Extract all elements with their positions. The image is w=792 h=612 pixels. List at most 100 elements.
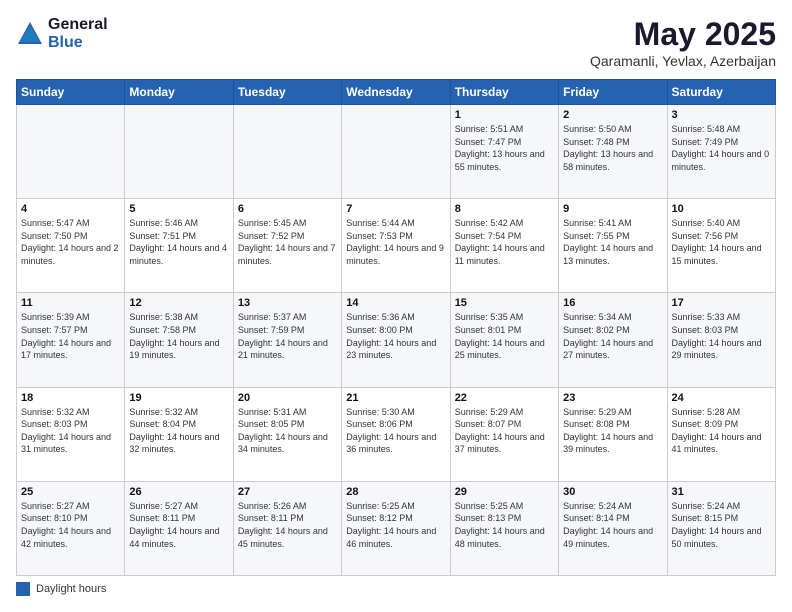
sunset-4: Sunset: 7:50 PM xyxy=(21,230,120,243)
logo-blue-label: Blue xyxy=(48,34,108,52)
day-info-31: Sunrise: 5:24 AMSunset: 8:15 PMDaylight:… xyxy=(672,500,771,550)
weekday-header-friday: Friday xyxy=(559,80,667,105)
sunrise-18: Sunrise: 5:32 AM xyxy=(21,406,120,419)
daylight-10: Daylight: 14 hours and 15 minutes. xyxy=(672,242,771,267)
day-cell-24: 24Sunrise: 5:28 AMSunset: 8:09 PMDayligh… xyxy=(667,387,775,481)
sunrise-16: Sunrise: 5:34 AM xyxy=(563,311,662,324)
sunset-17: Sunset: 8:03 PM xyxy=(672,324,771,337)
day-info-8: Sunrise: 5:42 AMSunset: 7:54 PMDaylight:… xyxy=(455,217,554,267)
sunset-21: Sunset: 8:06 PM xyxy=(346,418,445,431)
day-info-1: Sunrise: 5:51 AMSunset: 7:47 PMDaylight:… xyxy=(455,123,554,173)
day-cell-16: 16 Sunrise: 5:34 AMSunset: 8:02 PMDayligh… xyxy=(559,293,667,387)
day-info-10: Sunrise: 5:40 AMSunset: 7:56 PMDaylight:… xyxy=(672,217,771,267)
weekday-header-sunday: Sunday xyxy=(17,80,125,105)
day-number-12: 12 xyxy=(129,297,228,309)
daylight-17: Daylight: 14 hours and 29 minutes. xyxy=(672,337,771,362)
legend-box xyxy=(16,582,30,596)
sunrise-3: Sunrise: 5:48 AM xyxy=(672,123,771,136)
sunrise-11: Sunrise: 5:39 AM xyxy=(21,311,120,324)
daylight-2: Daylight: 13 hours and 58 minutes. xyxy=(563,148,662,173)
sunset-14: Sunset: 8:00 PM xyxy=(346,324,445,337)
day-cell-14: 14Sunrise: 5:36 AMSunset: 8:00 PMDayligh… xyxy=(342,293,450,387)
day-cell-7: 7Sunrise: 5:44 AMSunset: 7:53 PMDaylight… xyxy=(342,199,450,293)
sunrise-6: Sunrise: 5:45 AM xyxy=(238,217,337,230)
sunset-26: Sunset: 8:11 PM xyxy=(129,512,228,525)
empty-cell xyxy=(342,105,450,199)
day-info-16: Sunrise: 5:34 AMSunset: 8:02 PMDaylight:… xyxy=(563,311,662,361)
daylight-1: Daylight: 13 hours and 55 minutes. xyxy=(455,148,554,173)
day-info-21: Sunrise: 5:30 AMSunset: 8:06 PMDaylight:… xyxy=(346,406,445,456)
day-cell-17: 17Sunrise: 5:33 AMSunset: 8:03 PMDayligh… xyxy=(667,293,775,387)
sunset-28: Sunset: 8:12 PM xyxy=(346,512,445,525)
day-info-11: Sunrise: 5:39 AMSunset: 7:57 PMDaylight:… xyxy=(21,311,120,361)
day-info-20: Sunrise: 5:31 AMSunset: 8:05 PMDaylight:… xyxy=(238,406,337,456)
footer: Daylight hours xyxy=(16,582,776,596)
day-cell-10: 10 Sunrise: 5:40 AMSunset: 7:56 PMDayligh… xyxy=(667,199,775,293)
day-cell-31: 31 Sunrise: 5:24 AMSunset: 8:15 PMDayligh… xyxy=(667,481,775,575)
day-number-13: 13 xyxy=(238,297,337,309)
day-cell-15: 15Sunrise: 5:35 AMSunset: 8:01 PMDayligh… xyxy=(450,293,558,387)
daylight-21: Daylight: 14 hours and 36 minutes. xyxy=(346,431,445,456)
day-number-31: 31 xyxy=(672,486,771,498)
day-number-11: 11 xyxy=(21,297,120,309)
day-cell-26: 26Sunrise: 5:27 AMSunset: 8:11 PMDayligh… xyxy=(125,481,233,575)
sunset-10: Sunset: 7:56 PM xyxy=(672,230,771,243)
legend-label: Daylight hours xyxy=(36,583,106,595)
day-info-27: Sunrise: 5:26 AMSunset: 8:11 PMDaylight:… xyxy=(238,500,337,550)
day-number-21: 21 xyxy=(346,392,445,404)
day-number-10: 10 xyxy=(672,203,771,215)
day-number-17: 17 xyxy=(672,297,771,309)
sunrise-1: Sunrise: 5:51 AM xyxy=(455,123,554,136)
day-cell-1: 1Sunrise: 5:51 AMSunset: 7:47 PMDaylight… xyxy=(450,105,558,199)
day-cell-11: 11 Sunrise: 5:39 AMSunset: 7:57 PMDayligh… xyxy=(17,293,125,387)
sunset-5: Sunset: 7:51 PM xyxy=(129,230,228,243)
sunset-24: Sunset: 8:09 PM xyxy=(672,418,771,431)
day-cell-12: 12Sunrise: 5:38 AMSunset: 7:58 PMDayligh… xyxy=(125,293,233,387)
day-cell-19: 19Sunrise: 5:32 AMSunset: 8:04 PMDayligh… xyxy=(125,387,233,481)
daylight-11: Daylight: 14 hours and 17 minutes. xyxy=(21,337,120,362)
week-row-3: 18Sunrise: 5:32 AMSunset: 8:03 PMDayligh… xyxy=(17,387,776,481)
daylight-25: Daylight: 14 hours and 42 minutes. xyxy=(21,525,120,550)
sunrise-4: Sunrise: 5:47 AM xyxy=(21,217,120,230)
day-number-16: 16 xyxy=(563,297,662,309)
day-info-23: Sunrise: 5:29 AMSunset: 8:08 PMDaylight:… xyxy=(563,406,662,456)
sunrise-7: Sunrise: 5:44 AM xyxy=(346,217,445,230)
day-info-6: Sunrise: 5:45 AMSunset: 7:52 PMDaylight:… xyxy=(238,217,337,267)
sunrise-9: Sunrise: 5:41 AM xyxy=(563,217,662,230)
day-cell-9: 9Sunrise: 5:41 AMSunset: 7:55 PMDaylight… xyxy=(559,199,667,293)
location-label: Qaramanli, Yevlax, Azerbaijan xyxy=(590,53,776,69)
day-info-3: Sunrise: 5:48 AMSunset: 7:49 PMDaylight:… xyxy=(672,123,771,173)
daylight-12: Daylight: 14 hours and 19 minutes. xyxy=(129,337,228,362)
sunset-1: Sunset: 7:47 PM xyxy=(455,136,554,149)
day-number-30: 30 xyxy=(563,486,662,498)
sunset-31: Sunset: 8:15 PM xyxy=(672,512,771,525)
day-number-5: 5 xyxy=(129,203,228,215)
sunset-27: Sunset: 8:11 PM xyxy=(238,512,337,525)
day-cell-5: 5 Sunrise: 5:46 AMSunset: 7:51 PMDaylight… xyxy=(125,199,233,293)
sunrise-2: Sunrise: 5:50 AM xyxy=(563,123,662,136)
daylight-31: Daylight: 14 hours and 50 minutes. xyxy=(672,525,771,550)
day-info-26: Sunrise: 5:27 AMSunset: 8:11 PMDaylight:… xyxy=(129,500,228,550)
day-number-29: 29 xyxy=(455,486,554,498)
day-number-6: 6 xyxy=(238,203,337,215)
sunset-25: Sunset: 8:10 PM xyxy=(21,512,120,525)
day-info-5: Sunrise: 5:46 AMSunset: 7:51 PMDaylight:… xyxy=(129,217,228,267)
daylight-24: Daylight: 14 hours and 41 minutes. xyxy=(672,431,771,456)
day-number-22: 22 xyxy=(455,392,554,404)
daylight-8: Daylight: 14 hours and 11 minutes. xyxy=(455,242,554,267)
day-info-2: Sunrise: 5:50 AMSunset: 7:48 PMDaylight:… xyxy=(563,123,662,173)
daylight-30: Daylight: 14 hours and 49 minutes. xyxy=(563,525,662,550)
day-number-2: 2 xyxy=(563,109,662,121)
daylight-7: Daylight: 14 hours and 9 minutes. xyxy=(346,242,445,267)
sunrise-10: Sunrise: 5:40 AM xyxy=(672,217,771,230)
day-cell-20: 20Sunrise: 5:31 AMSunset: 8:05 PMDayligh… xyxy=(233,387,341,481)
sunset-7: Sunset: 7:53 PM xyxy=(346,230,445,243)
sunset-3: Sunset: 7:49 PM xyxy=(672,136,771,149)
day-info-18: Sunrise: 5:32 AMSunset: 8:03 PMDaylight:… xyxy=(21,406,120,456)
day-cell-29: 29Sunrise: 5:25 AMSunset: 8:13 PMDayligh… xyxy=(450,481,558,575)
day-number-27: 27 xyxy=(238,486,337,498)
month-year-title: May 2025 xyxy=(590,16,776,53)
daylight-13: Daylight: 14 hours and 21 minutes. xyxy=(238,337,337,362)
sunset-20: Sunset: 8:05 PM xyxy=(238,418,337,431)
sunrise-14: Sunrise: 5:36 AM xyxy=(346,311,445,324)
